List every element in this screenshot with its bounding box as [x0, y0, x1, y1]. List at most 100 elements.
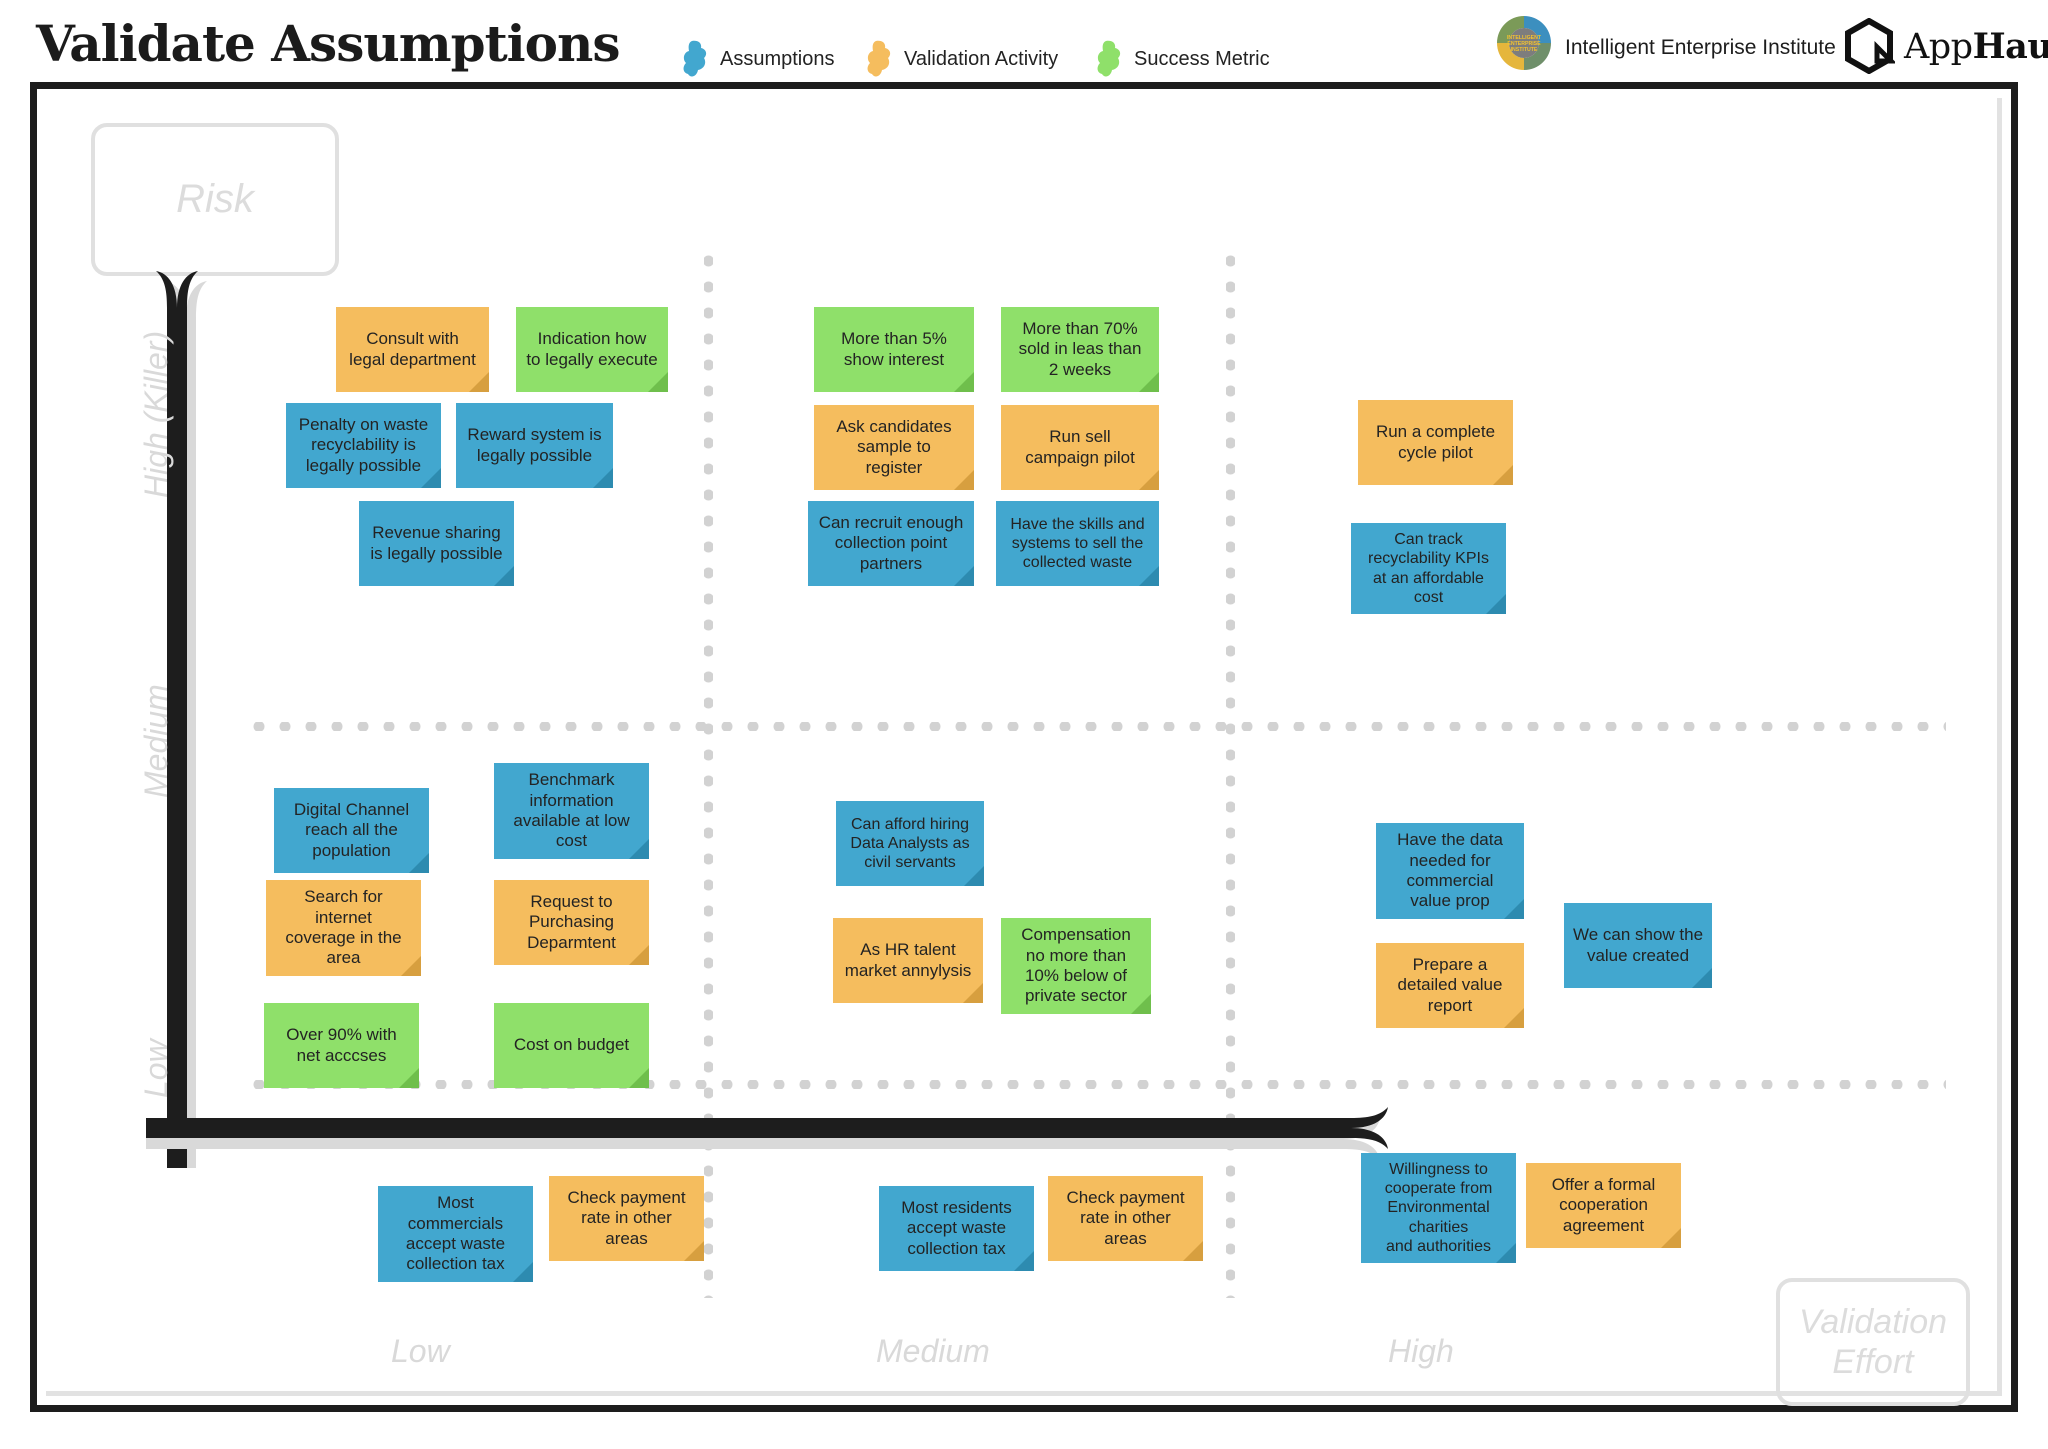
apphaus-word-haus: Haus	[1972, 25, 2048, 67]
sticky-note[interactable]: Run a complete cycle pilot	[1358, 400, 1513, 485]
sticky-note-fold-corner-icon	[399, 1068, 419, 1088]
sticky-note-fold-corner-icon	[963, 983, 983, 1003]
sticky-note[interactable]: More than 70% sold in leas than 2 weeks	[1001, 307, 1159, 392]
hexagon-logo-icon	[1845, 18, 1895, 74]
legend-item-assumptions: Assumptions	[682, 40, 835, 78]
sticky-note[interactable]: Benchmark information available at low c…	[494, 763, 649, 859]
sticky-note-fold-corner-icon	[469, 372, 489, 392]
sticky-note[interactable]: Digital Channel reach all the population	[274, 788, 429, 873]
sticky-note-fold-corner-icon	[629, 945, 649, 965]
sticky-note-text: Have the data needed for commercial valu…	[1397, 830, 1503, 911]
sticky-note-fold-corner-icon	[648, 372, 668, 392]
sticky-note-fold-corner-icon	[1504, 1008, 1524, 1028]
sticky-note-text: Run sell campaign pilot	[1025, 427, 1135, 467]
legend-label: Success Metric	[1134, 47, 1270, 70]
sticky-note[interactable]: Have the skills and systems to sell the …	[996, 501, 1159, 586]
sticky-note[interactable]: Offer a formal cooperation agreement	[1526, 1163, 1681, 1248]
grid-divider-horizontal-1	[246, 722, 1946, 731]
sticky-note-text: Can track recyclability KPIs at an affor…	[1368, 531, 1489, 606]
apphaus-wordmark: AppHaus	[1904, 26, 2048, 67]
sticky-note-fold-corner-icon	[1486, 594, 1506, 614]
brush-stroke-icon	[1097, 40, 1121, 77]
sticky-note-text: More than 70% sold in leas than 2 weeks	[1018, 318, 1142, 379]
sticky-note-fold-corner-icon	[629, 839, 649, 859]
sticky-note[interactable]: Indication how to legally execute	[516, 307, 668, 392]
sticky-note[interactable]: Willingness to cooperate from Environmen…	[1361, 1153, 1516, 1263]
sticky-note-fold-corner-icon	[401, 956, 421, 976]
sticky-note-fold-corner-icon	[494, 566, 514, 586]
sticky-note[interactable]: Can recruit enough collection point part…	[808, 501, 974, 586]
sticky-note[interactable]: Reward system is legally possible	[456, 403, 613, 488]
page-title: Validate Assumptions	[36, 14, 621, 73]
sticky-note-text: More than 5% show interest	[841, 329, 947, 369]
sticky-note-text: Digital Channel reach all the population	[293, 799, 410, 860]
sticky-note[interactable]: Cost on budget	[494, 1003, 649, 1088]
sticky-note[interactable]: Compensation no more than 10% below of p…	[1001, 918, 1151, 1014]
x-axis-title: Validation Effort	[1798, 1302, 1948, 1381]
sticky-note[interactable]: Check payment rate in other areas	[1048, 1176, 1203, 1261]
sticky-note-fold-corner-icon	[964, 866, 984, 886]
board-surface: Risk Validation Effort High (Killer) Medi…	[46, 98, 2002, 1406]
sticky-note-text: Most residents accept waste collection t…	[901, 1197, 1012, 1258]
sticky-note[interactable]: Can afford hiring Data Analysts as civil…	[836, 801, 984, 886]
sticky-note-text: Willingness to cooperate from Environmen…	[1384, 1161, 1493, 1255]
sticky-note-fold-corner-icon	[1131, 994, 1151, 1014]
sticky-note-fold-corner-icon	[409, 853, 429, 873]
sticky-note-text: Request to Purchasing Deparmtent	[527, 891, 616, 952]
sticky-note[interactable]: Can track recyclability KPIs at an affor…	[1351, 523, 1506, 614]
sticky-note[interactable]: Revenue sharing is legally possible	[359, 501, 514, 586]
sticky-note-fold-corner-icon	[1139, 470, 1159, 490]
apphaus-logo: AppHaus SAP	[1843, 18, 2048, 74]
x-axis-arrow	[146, 1107, 1388, 1160]
sticky-note[interactable]: Search for internet coverage in the area	[266, 880, 421, 976]
sticky-note-text: Most commercials accept waste collection…	[405, 1193, 506, 1274]
legend-item-validation-activity: Validation Activity	[866, 40, 1058, 78]
sticky-note-text: Cost on budget	[513, 1035, 630, 1055]
sticky-note[interactable]: Run sell campaign pilot	[1001, 405, 1159, 490]
sticky-note[interactable]: Consult with legal department	[336, 307, 489, 392]
sticky-note-fold-corner-icon	[684, 1241, 704, 1261]
sticky-note-text: Indication how to legally execute	[526, 329, 658, 369]
sticky-note[interactable]: Prepare a detailed value report	[1376, 943, 1524, 1028]
x-axis-title-box: Validation Effort	[1776, 1278, 1970, 1406]
sticky-note-fold-corner-icon	[593, 468, 613, 488]
sticky-note[interactable]: Penalty on waste recyclability is legall…	[286, 403, 441, 488]
sticky-note[interactable]: Ask candidates sample to register	[814, 405, 974, 490]
apphaus-word-app: App	[1904, 26, 1973, 67]
legend-label: Assumptions	[720, 47, 835, 70]
sticky-note-text: We can show the value created	[1572, 925, 1704, 965]
sticky-note[interactable]: Over 90% with net acccses	[264, 1003, 419, 1088]
sticky-note-fold-corner-icon	[1692, 968, 1712, 988]
board-canvas: Risk Validation Effort High (Killer) Medi…	[30, 82, 2018, 1412]
sticky-note-fold-corner-icon	[954, 470, 974, 490]
sticky-note-fold-corner-icon	[954, 372, 974, 392]
sticky-note-fold-corner-icon	[629, 1068, 649, 1088]
partner-logo-label: Intelligent Enterprise Institute	[1565, 36, 1836, 59]
sticky-note-text: Compensation no more than 10% below of p…	[1021, 925, 1131, 1006]
intelligent-enterprise-institute-logo-icon: INTELLIGENT ENTERPRISE INSTITUTE	[1497, 16, 1551, 70]
sticky-note[interactable]: Most commercials accept waste collection…	[378, 1186, 533, 1282]
sticky-note[interactable]: Check payment rate in other areas	[549, 1176, 704, 1261]
sticky-note-text: Ask candidates sample to register	[836, 416, 952, 477]
x-axis-tick-high: High	[1388, 1333, 1454, 1369]
sticky-note-text: Run a complete cycle pilot	[1375, 422, 1496, 462]
sticky-note[interactable]: More than 5% show interest	[814, 307, 974, 392]
sticky-note[interactable]: We can show the value created	[1564, 903, 1712, 988]
sticky-note[interactable]: Most residents accept waste collection t…	[879, 1186, 1034, 1271]
sticky-note-text: Can afford hiring Data Analysts as civil…	[850, 815, 970, 872]
sticky-note-fold-corner-icon	[1183, 1241, 1203, 1261]
sticky-note-text: Benchmark information available at low c…	[513, 770, 630, 851]
sticky-note[interactable]: Have the data needed for commercial valu…	[1376, 823, 1524, 919]
sticky-note-text: Offer a formal cooperation agreement	[1551, 1174, 1656, 1235]
sticky-note-text: Search for internet coverage in the area	[285, 887, 402, 968]
sticky-note-text: Revenue sharing is legally possible	[370, 523, 503, 563]
sticky-note-fold-corner-icon	[1139, 566, 1159, 586]
sticky-note-text: Can recruit enough collection point part…	[818, 512, 964, 573]
y-axis-tick-low: Low	[138, 1039, 174, 1098]
sticky-note[interactable]: As HR talent market annylysis	[833, 918, 983, 1003]
sticky-note-text: Have the skills and systems to sell the …	[1010, 515, 1145, 572]
legend-item-success-metric: Success Metric	[1096, 40, 1270, 78]
sticky-note[interactable]: Request to Purchasing Deparmtent	[494, 880, 649, 965]
x-axis-tick-low: Low	[391, 1333, 450, 1369]
legend-label: Validation Activity	[904, 47, 1059, 70]
